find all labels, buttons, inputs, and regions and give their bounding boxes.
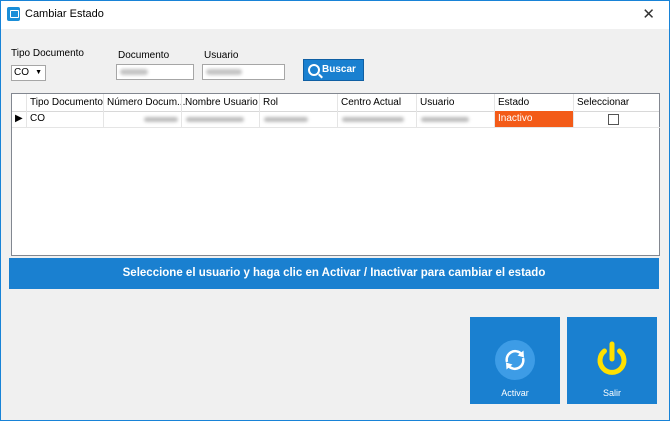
users-grid: Tipo Documento Número Docum... Nombre Us… xyxy=(11,93,660,256)
chevron-down-icon[interactable]: ▼ xyxy=(35,69,42,76)
col-rol[interactable]: Rol xyxy=(259,94,338,111)
usuario-input[interactable] xyxy=(202,64,285,80)
redacted-value xyxy=(206,69,242,75)
cell-usuario[interactable] xyxy=(416,111,495,128)
cell-estado[interactable]: Inactivo xyxy=(494,111,574,128)
search-icon xyxy=(308,64,320,76)
power-icon xyxy=(597,341,627,375)
salir-label: Salir xyxy=(602,388,621,398)
cell-nombre-usuario[interactable] xyxy=(181,111,260,128)
redacted-value xyxy=(120,69,148,75)
salir-button[interactable]: Salir xyxy=(567,317,657,404)
cell-rol[interactable] xyxy=(259,111,338,128)
tipo-documento-label: Tipo Documento xyxy=(11,48,84,59)
documento-label: Documento xyxy=(118,50,170,61)
buscar-label: Buscar xyxy=(322,64,356,75)
col-centro-actual[interactable]: Centro Actual xyxy=(337,94,417,111)
cell-numero-documento[interactable] xyxy=(103,111,182,128)
usuario-label: Usuario xyxy=(204,50,239,61)
col-usuario[interactable]: Usuario xyxy=(416,94,495,111)
cell-seleccionar[interactable] xyxy=(573,111,660,128)
close-icon[interactable]: ✕ xyxy=(642,5,655,23)
cell-tipo-documento[interactable]: CO xyxy=(26,111,104,128)
instruction-banner: Seleccione el usuario y haga clic en Act… xyxy=(9,258,659,289)
col-nombre-usuario[interactable]: Nombre Usuario xyxy=(181,94,260,111)
tipo-documento-value: CO xyxy=(14,67,29,78)
tipo-documento-select[interactable]: CO ▼ xyxy=(11,65,46,81)
grid-header: Tipo Documento Número Docum... Nombre Us… xyxy=(12,94,659,112)
row-selector[interactable]: ▶ xyxy=(12,111,26,128)
status-badge: Inactivo xyxy=(498,113,533,124)
documento-input[interactable] xyxy=(116,64,194,80)
row-header-corner xyxy=(12,94,26,111)
cell-centro-actual[interactable] xyxy=(337,111,417,128)
cambiar-estado-window: Cambiar Estado ✕ Tipo Documento CO ▼ Doc… xyxy=(0,0,670,421)
refresh-icon xyxy=(495,340,535,380)
title-bar: Cambiar Estado ✕ xyxy=(1,1,669,29)
activar-button[interactable]: Activar xyxy=(470,317,560,404)
window-title: Cambiar Estado xyxy=(25,8,104,20)
row-pointer-icon: ▶ xyxy=(15,113,23,124)
activar-label: Activar xyxy=(501,388,529,398)
app-icon xyxy=(7,7,20,21)
col-numero-documento[interactable]: Número Docum... xyxy=(103,94,185,111)
table-row[interactable]: ▶ CO Inactivo xyxy=(12,111,660,128)
buscar-button[interactable]: Buscar xyxy=(303,59,364,81)
col-tipo-documento[interactable]: Tipo Documento xyxy=(26,94,104,111)
select-checkbox[interactable] xyxy=(608,114,619,125)
col-estado[interactable]: Estado xyxy=(494,94,574,111)
col-seleccionar[interactable]: Seleccionar xyxy=(573,94,660,111)
